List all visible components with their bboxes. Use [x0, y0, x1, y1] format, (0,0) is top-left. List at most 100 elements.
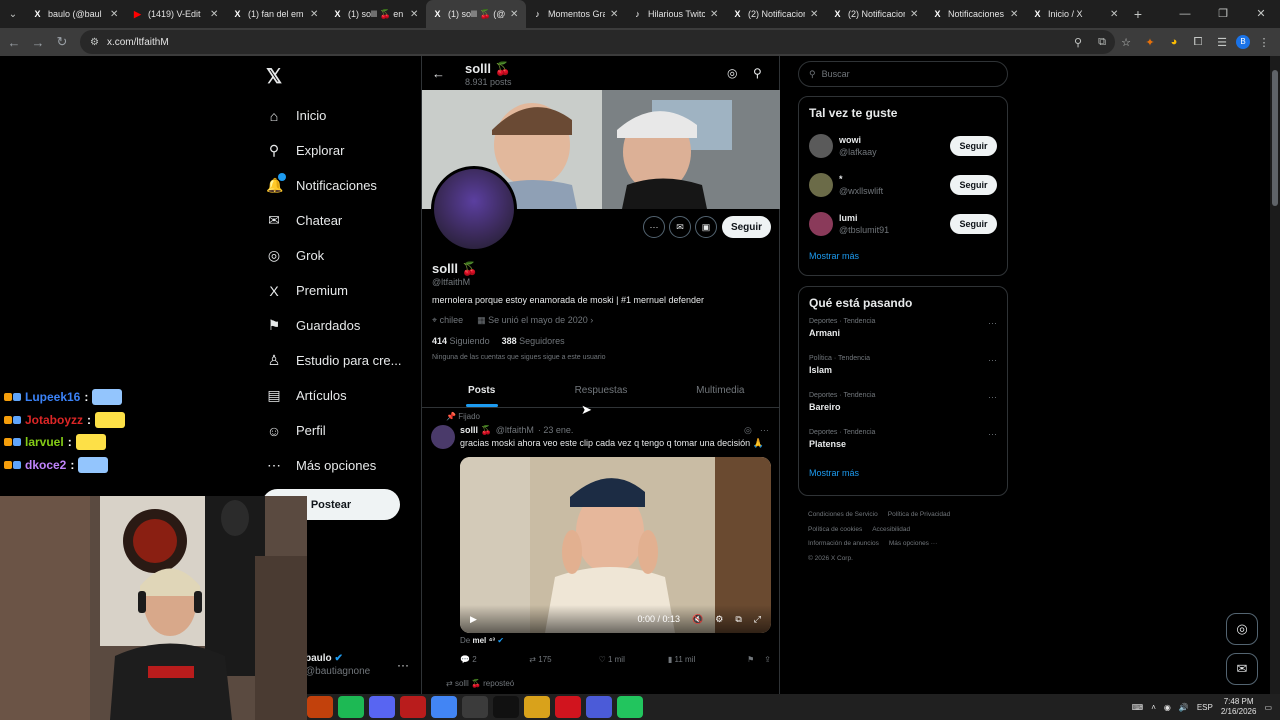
opera-icon[interactable] — [555, 696, 581, 718]
avatar[interactable] — [809, 211, 833, 236]
trend-more-icon[interactable]: ··· — [988, 392, 997, 402]
views-button[interactable]: ▮ 11 mil — [668, 655, 737, 664]
reload-icon[interactable]: ↻ — [50, 34, 74, 50]
play-icon[interactable]: ▶ — [470, 614, 477, 625]
chat-username[interactable]: dkoce2 — [25, 458, 66, 472]
bookmark-icon[interactable]: ⚑ — [747, 655, 754, 664]
subscribe-icon[interactable]: ▣ — [695, 216, 717, 238]
like-button[interactable]: ♡ 1 mil — [599, 655, 668, 664]
suggested-user[interactable]: lumi @tbslumit91 Seguir — [799, 204, 1007, 243]
browser-tab[interactable]: X Inicio / X ✕ — [1026, 0, 1126, 28]
trend-item[interactable]: Deportes · Tendencia Platense ··· — [799, 427, 1007, 464]
chrome-icon[interactable] — [431, 696, 457, 718]
account-more-icon[interactable]: ··· — [397, 658, 409, 672]
close-window-icon[interactable]: ✕ — [1242, 0, 1280, 28]
follow-button[interactable]: Seguir — [950, 174, 997, 195]
app-icon[interactable] — [586, 696, 612, 718]
tweet-avatar[interactable] — [431, 425, 455, 449]
suggested-user[interactable]: wowi @lafkaay Seguir — [799, 126, 1007, 165]
discord-icon[interactable] — [369, 696, 395, 718]
message-icon[interactable]: ✉ — [669, 216, 691, 238]
zoom-icon[interactable]: ⚲ — [1068, 36, 1088, 49]
browser-tab[interactable]: X (1) fan del em ✕ — [226, 0, 326, 28]
tab-media[interactable]: Multimedia — [661, 374, 780, 407]
new-tab-button[interactable]: + — [1126, 6, 1150, 22]
page-scrollbar[interactable] — [1270, 56, 1280, 696]
sidebar-item-guardados[interactable]: ⚑ Guardados — [266, 308, 402, 343]
bookmark-star-icon[interactable]: ☆ — [1116, 36, 1136, 49]
trends-show-more-link[interactable]: Mostrar más — [799, 464, 1007, 488]
tweet-author-handle[interactable]: @ltfaithM — [496, 425, 534, 436]
settings-icon[interactable]: ⚙ — [715, 614, 723, 625]
keyboard-icon[interactable]: ⌨ — [1132, 703, 1144, 712]
browser-tab[interactable]: ♪ Momentos Gra ✕ — [526, 0, 626, 28]
extensions-puzzle-icon[interactable]: ⧠ — [1188, 36, 1208, 49]
tab-search-button[interactable]: ⌄ — [0, 0, 26, 28]
trend-more-icon[interactable]: ··· — [988, 318, 997, 328]
repost-button[interactable]: ⇄ 175 — [529, 655, 598, 664]
trend-item[interactable]: Política · Tendencia Islam ··· — [799, 353, 1007, 390]
tab-replies[interactable]: Respuestas — [541, 374, 660, 407]
chrome-menu-icon[interactable]: ⋮ — [1254, 36, 1274, 49]
grok-icon[interactable]: ◎ — [727, 66, 737, 80]
close-tab-icon[interactable]: ✕ — [710, 9, 720, 20]
show-more-link[interactable]: Mostrar más — [799, 243, 1007, 271]
tweet-video[interactable]: ▶ 0:00 / 0:13 🔇 ⚙ ⧉ ⤢ — [460, 457, 771, 633]
tweet-date[interactable]: · 23 ene. — [538, 425, 574, 436]
folder-icon[interactable] — [524, 696, 550, 718]
back-arrow-icon[interactable]: ← — [432, 66, 445, 81]
tweet-more-icon[interactable]: ··· — [760, 425, 769, 436]
extension-icon[interactable]: ✦ — [1140, 36, 1160, 49]
close-tab-icon[interactable]: ✕ — [110, 9, 120, 20]
sidebar-item-inicio[interactable]: ⌂ Inicio — [266, 98, 402, 133]
close-tab-icon[interactable]: ✕ — [210, 9, 220, 20]
close-tab-icon[interactable]: ✕ — [510, 9, 520, 20]
follow-button[interactable]: Seguir — [950, 213, 997, 234]
language-indicator[interactable]: ESP — [1197, 703, 1213, 712]
reply-button[interactable]: 💬 2 — [460, 655, 529, 664]
sidebar-item-más-opciones[interactable]: ⋯ Más opciones — [266, 448, 402, 483]
search-icon[interactable]: ⚲ — [753, 66, 762, 80]
messages-float-button[interactable]: ✉ — [1226, 653, 1258, 685]
trend-more-icon[interactable]: ··· — [988, 355, 997, 365]
sidebar-item-artículos[interactable]: ▤ Artículos — [266, 378, 402, 413]
suggested-user[interactable]: * @wxllswlift Seguir — [799, 165, 1007, 204]
sidebar-item-notificaciones[interactable]: 🔔 Notificaciones — [266, 168, 402, 203]
grok-float-button[interactable]: ◎ — [1226, 613, 1258, 645]
spotify-icon[interactable] — [338, 696, 364, 718]
search-input[interactable]: ⚲ Buscar — [798, 61, 1008, 87]
capcut-icon[interactable] — [493, 696, 519, 718]
scrollbar-thumb[interactable] — [1272, 70, 1278, 206]
sidebar-item-perfil[interactable]: ☺ Perfil — [266, 413, 402, 448]
chat-username[interactable]: Lupeek16 — [25, 390, 80, 404]
follow-button[interactable]: Seguir — [950, 135, 997, 156]
voicemod-icon[interactable] — [400, 696, 426, 718]
browser-tab[interactable]: ▶ (1419) V-Edit ✕ — [126, 0, 226, 28]
copilot-icon[interactable] — [307, 696, 333, 718]
grok-explain-icon[interactable]: ◎ — [744, 425, 752, 436]
pip-icon[interactable]: ⧉ — [735, 614, 741, 625]
chat-username[interactable]: larvuel — [25, 435, 64, 449]
mute-icon[interactable]: 🔇 — [692, 614, 703, 625]
browser-tab[interactable]: X (1) solll 🍒 en X ✕ — [326, 0, 426, 28]
footer-link[interactable]: Política de cookies — [808, 526, 862, 533]
fullscreen-icon[interactable]: ⤢ — [754, 614, 761, 625]
x-logo[interactable]: 𝕏 — [266, 64, 282, 89]
close-tab-icon[interactable]: ✕ — [310, 9, 320, 20]
share-icon[interactable]: ⇪ — [764, 655, 771, 664]
following-link[interactable]: 414 Siguiendo — [432, 336, 490, 346]
account-switcher[interactable]: baulo ✔ @bautiagnone — [305, 653, 370, 677]
close-tab-icon[interactable]: ✕ — [410, 9, 420, 20]
avatar[interactable] — [809, 133, 833, 158]
avatar[interactable] — [809, 172, 833, 197]
volume-icon[interactable]: 🔊 — [1179, 703, 1189, 712]
browser-tab[interactable]: Xbaulo (@baul ✕ — [26, 0, 126, 28]
close-tab-icon[interactable]: ✕ — [810, 9, 820, 20]
chat-username[interactable]: Jotaboyzz — [25, 413, 83, 427]
address-bar[interactable]: ⚙ x.com/ltfaithM — [80, 30, 1115, 54]
tray-chevron-icon[interactable]: ˄ — [1151, 703, 1156, 712]
extension-icon-2[interactable]: ◕ — [1164, 36, 1184, 48]
notification-icon[interactable]: ▭ — [1264, 703, 1272, 712]
browser-tab[interactable]: X (2) Notificacion ✕ — [826, 0, 926, 28]
tab-groups-icon[interactable]: ☰ — [1212, 36, 1232, 49]
